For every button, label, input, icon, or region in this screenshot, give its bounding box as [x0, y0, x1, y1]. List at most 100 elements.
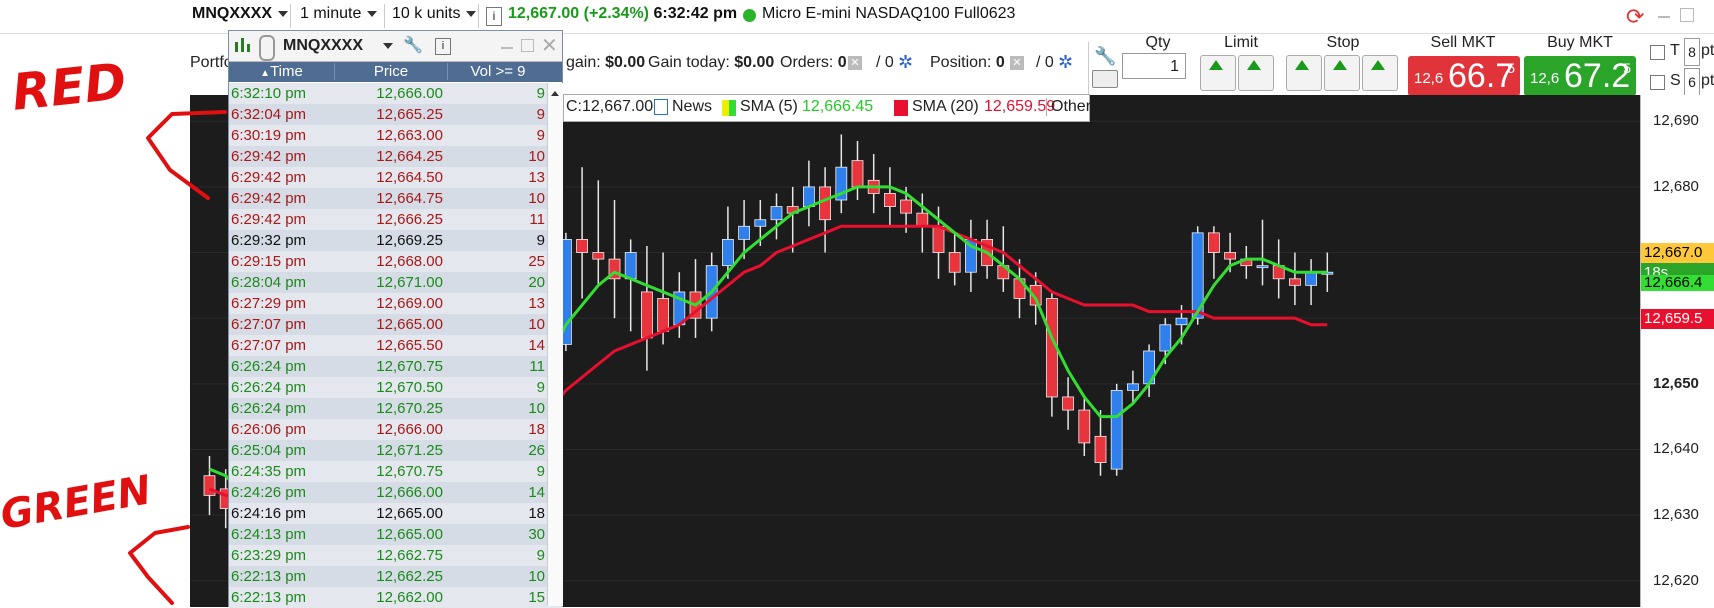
candle-body[interactable] [1062, 396, 1074, 411]
candle-body[interactable] [1208, 232, 1220, 253]
table-row[interactable]: 6:22:13 pm 12,662.00 15 [229, 587, 562, 608]
table-row[interactable]: 6:23:29 pm 12,662.75 9 [229, 545, 562, 566]
candle-body[interactable] [932, 225, 945, 253]
table-row[interactable]: 6:29:42 pm 12,664.75 10 [229, 188, 562, 209]
trade-time: 6:27:29 pm [231, 295, 307, 312]
table-row[interactable]: 6:29:15 pm 12,668.00 25 [229, 251, 562, 272]
interval-dropdown[interactable]: 1 minute [300, 5, 378, 23]
candle-body[interactable] [884, 193, 896, 207]
table-row[interactable]: 6:24:16 pm 12,665.00 18 [229, 503, 562, 524]
col-price-header[interactable]: Price [335, 63, 448, 80]
units-dropdown[interactable]: 10 k units [392, 5, 477, 23]
candle-body[interactable] [657, 298, 670, 332]
price-axis[interactable]: 12,69012,68012,67012,66012,65012,64012,6… [1640, 95, 1714, 607]
ts-symbol[interactable]: MNQXXXX [283, 37, 363, 55]
chart-icon[interactable] [233, 38, 253, 54]
buy-limit-button[interactable] [1200, 55, 1236, 91]
sell-stop-button[interactable] [1362, 55, 1398, 91]
table-row[interactable]: 6:26:24 pm 12,670.75 11 [229, 356, 562, 377]
table-row[interactable]: 6:26:24 pm 12,670.50 9 [229, 377, 562, 398]
chevron-down-icon[interactable] [383, 43, 393, 49]
info-icon[interactable]: i [435, 38, 451, 55]
wrench-icon[interactable]: 🔧 [1094, 46, 1116, 67]
candle-body[interactable] [1256, 265, 1269, 269]
table-row[interactable]: 6:29:32 pm 12,669.25 9 [229, 230, 562, 251]
candle-body[interactable] [948, 252, 961, 273]
candle-body[interactable] [624, 252, 637, 280]
buy-mkt-button[interactable]: 12,6 67.2 5 [1524, 56, 1636, 96]
table-row[interactable]: 6:25:04 pm 12,671.25 26 [229, 440, 562, 461]
info-icon[interactable]: i [486, 7, 502, 26]
table-row[interactable]: 6:29:42 pm 12,664.25 10 [229, 146, 562, 167]
cancel-orders-icon[interactable]: ✕ [848, 56, 862, 70]
candle-body[interactable] [1175, 317, 1188, 326]
candle-body[interactable] [851, 160, 864, 188]
candle-body[interactable] [770, 206, 783, 221]
candle-body[interactable] [592, 252, 605, 260]
ts-scrollbar[interactable] [547, 83, 563, 606]
flatten-position-icon[interactable]: ✕ [1010, 56, 1024, 70]
table-row[interactable]: 6:24:13 pm 12,665.00 30 [229, 524, 562, 545]
news-icon[interactable] [654, 99, 668, 115]
candle-body[interactable] [1305, 271, 1317, 286]
sell-limit-button[interactable] [1238, 55, 1274, 91]
candle-body[interactable] [916, 212, 929, 227]
candle-body[interactable] [1289, 278, 1301, 286]
symbol-dropdown[interactable]: MNQXXXX [192, 5, 289, 23]
candle-body[interactable] [1159, 324, 1172, 352]
candle-body[interactable] [640, 291, 653, 339]
stop-checkbox[interactable] [1650, 75, 1665, 90]
col-vol-header[interactable]: Vol >= 9 [448, 63, 548, 80]
table-row[interactable]: 6:32:10 pm 12,666.00 9 [229, 83, 562, 104]
table-row[interactable]: 6:28:04 pm 12,671.00 20 [229, 272, 562, 293]
candle-body[interactable] [1110, 389, 1123, 470]
candle-body[interactable] [1078, 409, 1091, 444]
target-checkbox[interactable] [1650, 45, 1665, 60]
gear-icon[interactable]: ✲ [898, 52, 913, 73]
close-icon[interactable]: ✕ [541, 33, 558, 58]
table-row[interactable]: 6:27:07 pm 12,665.00 10 [229, 314, 562, 335]
table-row[interactable]: 6:30:19 pm 12,663.00 9 [229, 125, 562, 146]
table-row[interactable]: 6:29:42 pm 12,664.50 13 [229, 167, 562, 188]
maximize-icon[interactable] [521, 39, 534, 52]
legend-sma20[interactable]: SMA (20) [912, 98, 979, 116]
candle-body[interactable] [722, 239, 734, 267]
refresh-icon[interactable]: ⟳ [1626, 4, 1652, 29]
table-row[interactable]: 6:22:13 pm 12,662.25 10 [229, 566, 562, 587]
table-row[interactable]: 6:24:35 pm 12,670.75 9 [229, 461, 562, 482]
candle-body[interactable] [900, 199, 912, 214]
candle-body[interactable] [738, 225, 750, 240]
table-row[interactable]: 6:32:04 pm 12,665.25 9 [229, 104, 562, 125]
candle-body[interactable] [1224, 252, 1236, 260]
scroll-up-icon[interactable] [551, 91, 559, 96]
table-row[interactable]: 6:27:07 pm 12,665.50 14 [229, 335, 562, 356]
legend-sma5[interactable]: SMA (5) [740, 98, 798, 116]
table-row[interactable]: 6:24:26 pm 12,666.00 14 [229, 482, 562, 503]
candle-body[interactable] [576, 239, 589, 253]
candle-body[interactable] [819, 186, 831, 221]
wrench-icon[interactable]: 🔧 [403, 35, 423, 55]
candle-body[interactable] [1127, 383, 1139, 391]
table-row[interactable]: 6:26:06 pm 12,666.00 18 [229, 419, 562, 440]
stop-points-input[interactable]: 6 [1684, 68, 1700, 96]
stop-limit-button[interactable] [1324, 55, 1360, 91]
candle-body[interactable] [1094, 435, 1107, 463]
keyboard-icon[interactable] [1092, 70, 1118, 88]
maximize-icon[interactable] [1680, 8, 1694, 22]
target-points-input[interactable]: 8 [1684, 38, 1700, 66]
candle-body[interactable] [754, 219, 767, 227]
buy-stop-button[interactable] [1286, 55, 1322, 91]
minimize-icon[interactable] [501, 47, 513, 49]
minimize-icon[interactable] [1658, 16, 1670, 18]
legend-news[interactable]: News [672, 98, 712, 116]
table-row[interactable]: 6:27:29 pm 12,669.00 13 [229, 293, 562, 314]
candle-body[interactable] [203, 475, 216, 496]
qty-input[interactable]: 1 [1122, 53, 1186, 79]
table-row[interactable]: 6:26:24 pm 12,670.25 10 [229, 398, 562, 419]
link-icon[interactable] [259, 35, 275, 61]
table-row[interactable]: 6:29:42 pm 12,666.25 11 [229, 209, 562, 230]
legend-other[interactable]: Other [1046, 98, 1091, 116]
sell-mkt-button[interactable]: 12,6 66.7 5 [1408, 56, 1520, 96]
col-time-header[interactable]: ▲Time [229, 63, 335, 80]
gear-icon[interactable]: ✲ [1058, 52, 1073, 73]
